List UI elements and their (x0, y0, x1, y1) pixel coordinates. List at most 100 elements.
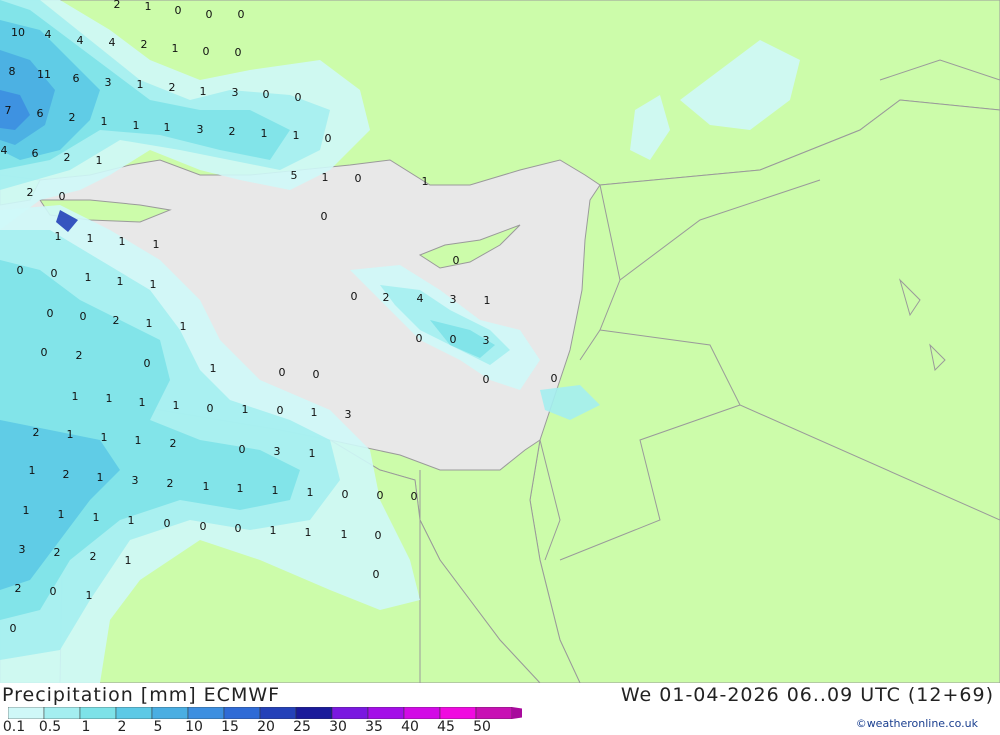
scale-swatch (259, 707, 297, 719)
scale-swatch (439, 707, 477, 719)
precip-value-label: 2 (15, 582, 22, 595)
precip-value-label: 0 (80, 310, 87, 323)
precip-value-label: 1 (484, 294, 491, 307)
precip-value-label: 1 (150, 278, 157, 291)
precip-value-label: 1 (139, 396, 146, 409)
precip-value-label: 7 (5, 104, 12, 117)
precip-value-label: 5 (291, 169, 298, 182)
precip-value-label: 4 (417, 292, 424, 305)
precip-value-label: 1 (101, 431, 108, 444)
precip-value-label: 1 (96, 154, 103, 167)
precip-value-label: 0 (411, 490, 418, 503)
precip-value-label: 0 (144, 357, 151, 370)
map-title: Precipitation [mm] ECMWF (2, 684, 281, 706)
precip-value-label: 1 (210, 362, 217, 375)
precip-value-label: 2 (113, 314, 120, 327)
precip-value-label: 1 (58, 508, 65, 521)
scale-swatch (8, 707, 45, 719)
scale-arrow (512, 707, 522, 719)
precip-value-label: 2 (169, 81, 176, 94)
precip-value-label: 3 (19, 543, 26, 556)
scale-swatch (187, 707, 225, 719)
precip-value-label: 1 (67, 428, 74, 441)
scale-swatch (475, 707, 513, 719)
precip-value-label: 1 (86, 589, 93, 602)
precip-value-label: 0 (313, 368, 320, 381)
precip-value-label: 1 (97, 471, 104, 484)
precip-value-label: 0 (373, 568, 380, 581)
precip-value-label: 4 (77, 34, 84, 47)
precip-value-label: 2 (76, 349, 83, 362)
precip-value-label: 0 (375, 529, 382, 542)
precip-value-label: 4 (1, 144, 8, 157)
precip-value-label: 10 (11, 26, 25, 39)
scale-swatch (403, 707, 441, 719)
precip-value-label: 1 (137, 78, 144, 91)
precip-value-label: 0 (200, 520, 207, 533)
precip-value-label: 2 (383, 291, 390, 304)
precip-value-label: 3 (197, 123, 204, 136)
precip-value-label: 2 (167, 477, 174, 490)
precip-value-label: 1 (106, 392, 113, 405)
precip-value-label: 1 (29, 464, 36, 477)
scale-swatch (295, 707, 333, 719)
precip-value-label: 0 (206, 8, 213, 21)
precip-value-label: 1 (117, 275, 124, 288)
precip-value-label: 1 (203, 480, 210, 493)
precip-value-label: 1 (93, 511, 100, 524)
precip-value-label: 2 (27, 186, 34, 199)
precip-value-label: 1 (153, 238, 160, 251)
precip-value-label: 1 (311, 406, 318, 419)
precip-value-label: 1 (270, 524, 277, 537)
precip-value-label: 0 (377, 489, 384, 502)
precip-value-label: 1 (237, 482, 244, 495)
precip-value-label: 2 (90, 550, 97, 563)
precip-value-label: 3 (105, 76, 112, 89)
precip-value-label: 0 (164, 517, 171, 530)
precip-value-label: 1 (133, 119, 140, 132)
scale-swatch (115, 707, 153, 719)
precip-value-label: 0 (277, 404, 284, 417)
precip-value-label: 8 (9, 65, 16, 78)
precipitation-map: 2 1 0 0 010 4 4 4 2 1 0 08 11 6 3 1 2 1 3 0 07 6 2 1 1 1 3 2 1 1 04 6 2 1… (0, 0, 1000, 683)
precip-value-label: 11 (37, 68, 51, 81)
scale-swatch (79, 707, 117, 719)
precip-value-label: 0 (279, 366, 286, 379)
precip-value-label: 3 (450, 293, 457, 306)
precip-value-label: 0 (239, 443, 246, 456)
precip-value-label: 3 (274, 445, 281, 458)
precip-value-label: 0 (263, 88, 270, 101)
precip-value-label: 0 (351, 290, 358, 303)
precip-value-label: 0 (17, 264, 24, 277)
precip-value-label: 0 (483, 373, 490, 386)
precip-value-label: 6 (73, 72, 80, 85)
precip-value-label: 1 (125, 554, 132, 567)
precip-value-label: 0 (51, 267, 58, 280)
precip-value-label: 0 (235, 46, 242, 59)
precip-value-label: 1 (422, 175, 429, 188)
scale-swatch (223, 707, 261, 719)
precip-value-label: 2 (54, 546, 61, 559)
precip-value-label: 1 (135, 434, 142, 447)
precip-value-label: 0 (207, 402, 214, 415)
color-scale-bar (8, 707, 522, 719)
precip-value-label: 0 (50, 585, 57, 598)
scale-swatch (331, 707, 369, 719)
precip-value-label: 0 (325, 132, 332, 145)
precip-value-label: 6 (32, 147, 39, 160)
precip-value-label: 1 (172, 42, 179, 55)
precip-value-label: 0 (342, 488, 349, 501)
credit-link[interactable]: ©weatheronline.co.uk (856, 717, 978, 730)
precip-value-label: 1 (146, 317, 153, 330)
precip-value-label: 1 (87, 232, 94, 245)
precip-value-label: 1 (72, 390, 79, 403)
precip-value-label: 1 (145, 0, 152, 13)
precip-value-label: 1 (307, 486, 314, 499)
precip-value-label: 1 (180, 320, 187, 333)
precip-value-label: 0 (235, 522, 242, 535)
precip-value-label: 4 (45, 28, 52, 41)
precip-value-label: 1 (309, 447, 316, 460)
precip-value-label: 2 (69, 111, 76, 124)
precip-value-label: 1 (341, 528, 348, 541)
precip-value-label: 1 (85, 271, 92, 284)
